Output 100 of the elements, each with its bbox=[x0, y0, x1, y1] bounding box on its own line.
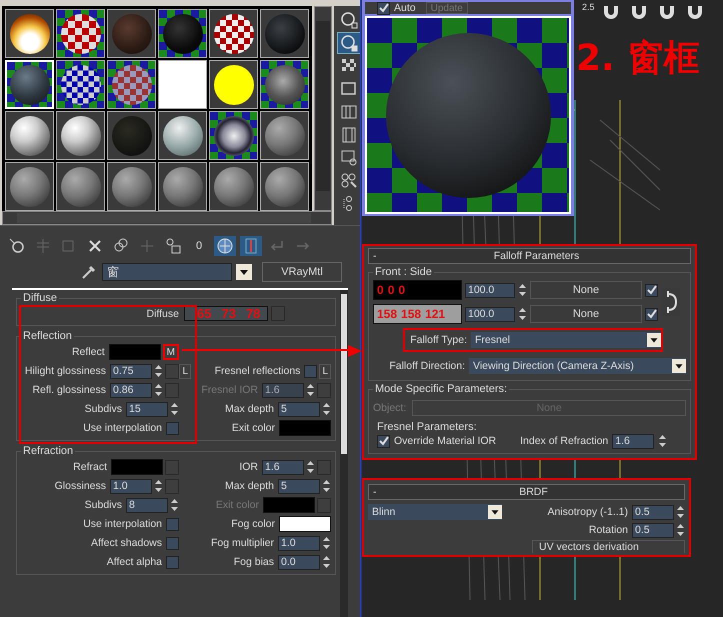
parameter-label: Max depth bbox=[224, 403, 275, 415]
value-field[interactable]: 0.75 bbox=[110, 364, 152, 378]
material-type-button[interactable]: VRayMtl bbox=[262, 262, 342, 282]
parameter-label: Exit color bbox=[230, 422, 276, 434]
parameter-label: Fresnel IOR bbox=[200, 384, 259, 396]
falloff-type-dropdown[interactable]: Fresnel bbox=[471, 332, 661, 348]
spinner-arrows-icon[interactable] bbox=[154, 478, 163, 494]
checkbox-label: Auto bbox=[394, 2, 416, 14]
toolbar-icon[interactable] bbox=[214, 236, 236, 256]
spinner-arrows-icon[interactable] bbox=[658, 433, 668, 449]
color-swatch[interactable]: 0 0 0 bbox=[373, 280, 462, 300]
color-swatch[interactable] bbox=[108, 344, 161, 360]
material-sample-slot[interactable] bbox=[209, 111, 258, 160]
spinner-arrows-icon[interactable] bbox=[518, 306, 527, 322]
horizontal-scrollbar[interactable] bbox=[2, 211, 332, 225]
falloff-direction-dropdown[interactable]: Viewing Direction (Camera Z-Axis) bbox=[469, 358, 686, 374]
parameter-label: Fog multiplier bbox=[210, 537, 275, 549]
material-sample-slot[interactable] bbox=[107, 111, 156, 160]
spinner-arrows-icon[interactable] bbox=[170, 401, 179, 417]
color-swatch[interactable] bbox=[279, 516, 331, 532]
annotation-label: 2. 窗框 bbox=[576, 37, 700, 81]
value-field[interactable]: 5 bbox=[278, 402, 320, 416]
color-swatch[interactable] bbox=[279, 420, 331, 436]
eyedropper-icon[interactable] bbox=[80, 263, 98, 281]
map-button[interactable]: None bbox=[530, 305, 642, 323]
spinner-arrows-icon[interactable] bbox=[322, 401, 331, 417]
checkbox[interactable] bbox=[645, 308, 658, 320]
spinner-arrows-icon[interactable] bbox=[322, 535, 331, 551]
rollout-title[interactable]: Falloff Parameters bbox=[387, 250, 686, 262]
parameter-label: Subdivs bbox=[84, 499, 123, 511]
parameter-label: Affect alpha bbox=[106, 556, 163, 568]
material-sample-slot[interactable] bbox=[56, 9, 105, 58]
value-field[interactable]: 5 bbox=[278, 478, 320, 494]
vertical-scrollbar[interactable] bbox=[340, 290, 348, 617]
spinner-arrows-icon[interactable] bbox=[676, 522, 685, 538]
annotation-number: 0 bbox=[388, 283, 394, 297]
parameter-label: Fog bias bbox=[232, 556, 275, 568]
material-sample-slot[interactable] bbox=[260, 9, 309, 58]
value-field[interactable]: 0.5 bbox=[632, 522, 674, 538]
value-field[interactable]: 0.5 bbox=[632, 504, 674, 520]
material-sample-slot[interactable] bbox=[209, 60, 258, 109]
spinner-arrows-icon[interactable] bbox=[154, 363, 163, 379]
parameter-label: Use interpolation bbox=[82, 422, 163, 434]
parameter-label: Hilight glossiness bbox=[24, 365, 107, 377]
annotation-number: 158 bbox=[377, 307, 398, 321]
checkbox[interactable] bbox=[166, 422, 179, 434]
vertical-scrollbar[interactable] bbox=[314, 6, 332, 211]
material-sample-slot[interactable] bbox=[5, 9, 54, 58]
sample-option-icon[interactable] bbox=[338, 33, 360, 53]
brdf-type-dropdown[interactable]: Blinn bbox=[368, 504, 502, 520]
parameter-label: Affect shadows bbox=[90, 537, 163, 549]
checkbox[interactable] bbox=[645, 284, 658, 296]
material-sample-slot[interactable] bbox=[107, 9, 156, 58]
spinner-arrows-icon[interactable] bbox=[322, 478, 331, 494]
spinner-arrows-icon[interactable] bbox=[322, 554, 331, 570]
spinner-arrows-icon[interactable] bbox=[170, 497, 179, 513]
lock-button[interactable]: L bbox=[319, 364, 331, 378]
checkbox[interactable] bbox=[304, 364, 318, 378]
spinner-arrows-icon[interactable] bbox=[518, 282, 527, 298]
effects-channel-button[interactable]: 0 bbox=[188, 236, 210, 256]
material-sample-slot[interactable] bbox=[158, 111, 207, 160]
group-title: UV vectors derivation bbox=[539, 541, 639, 553]
parameter-label: Fresnel reflections bbox=[214, 365, 302, 377]
value-field[interactable]: 100.0 bbox=[465, 282, 515, 298]
checkbox[interactable] bbox=[166, 536, 179, 550]
parameter-label: Exit color bbox=[214, 499, 260, 511]
parameter-label: Fog color bbox=[230, 518, 276, 530]
color-swatch[interactable] bbox=[111, 459, 163, 475]
checkbox[interactable] bbox=[377, 434, 390, 448]
parameter-label: Anisotropy (-1..1) bbox=[546, 506, 629, 518]
value-field[interactable]: 1.0 bbox=[110, 478, 152, 494]
parameter-label: Falloff Direction: bbox=[388, 360, 466, 372]
parameter-label: IOR bbox=[238, 461, 259, 473]
value-field[interactable]: 100.0 bbox=[465, 306, 515, 322]
value-field[interactable]: 1.6 bbox=[612, 434, 654, 448]
value-field[interactable]: 0.0 bbox=[278, 554, 320, 570]
value-field[interactable]: 15 bbox=[126, 402, 168, 416]
value-field[interactable]: 0.86 bbox=[110, 382, 152, 398]
material-sample-slot[interactable] bbox=[5, 111, 54, 160]
checkbox[interactable] bbox=[166, 518, 179, 530]
material-sample-slot[interactable] bbox=[56, 111, 105, 160]
spinner-arrows-icon[interactable] bbox=[154, 382, 163, 398]
material-name-field[interactable]: 窗 bbox=[102, 263, 232, 281]
checkbox[interactable] bbox=[166, 556, 179, 568]
value-field[interactable]: 1.0 bbox=[278, 536, 320, 550]
map-button[interactable]: M bbox=[162, 344, 179, 360]
lock-button[interactable]: L bbox=[179, 364, 191, 378]
spinner-arrows-icon[interactable] bbox=[306, 459, 315, 475]
spinner-arrows-icon[interactable] bbox=[676, 504, 685, 520]
collapse-toggle[interactable]: - bbox=[373, 486, 387, 498]
checkbox[interactable] bbox=[377, 2, 390, 14]
material-sample-slot[interactable] bbox=[158, 9, 207, 58]
collapse-toggle[interactable]: - bbox=[373, 250, 387, 262]
material-sample-slot[interactable] bbox=[56, 60, 105, 109]
spinner-arrows-icon[interactable] bbox=[306, 382, 315, 398]
rollout-title[interactable]: BRDF bbox=[387, 486, 680, 498]
value-field[interactable]: 1.6 bbox=[262, 460, 304, 474]
value-field[interactable]: 8 bbox=[126, 498, 168, 512]
material-sample-slot[interactable] bbox=[209, 9, 258, 58]
map-button[interactable]: None bbox=[530, 281, 642, 299]
